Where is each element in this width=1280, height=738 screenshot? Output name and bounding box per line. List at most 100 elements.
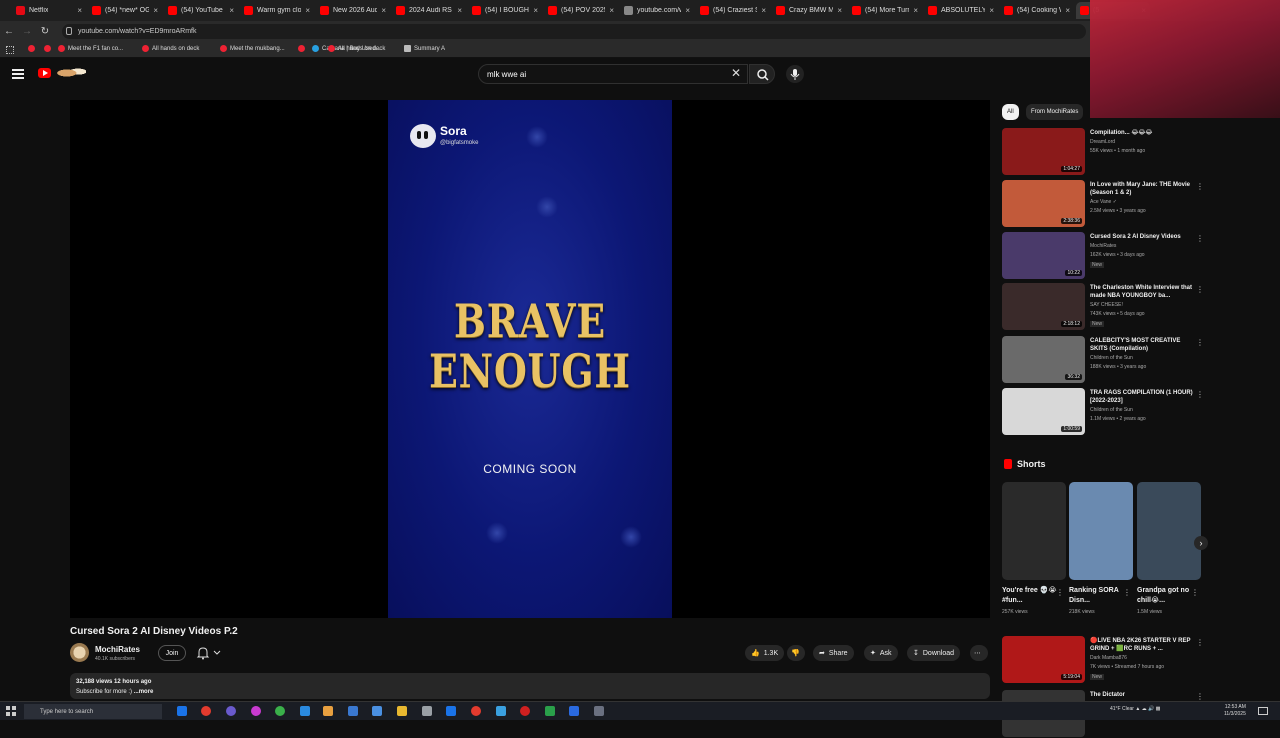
video-thumbnail[interactable]: 1:04:27 xyxy=(1002,128,1085,175)
browser-tab[interactable]: New 2026 Aud × xyxy=(316,2,390,19)
video-frame[interactable]: Sora @bigfatsmoke BRAVE ENOUGH COMING SO… xyxy=(388,100,672,618)
app-icon[interactable] xyxy=(446,706,456,716)
bookmark-item[interactable] xyxy=(298,45,308,52)
tab-close-icon[interactable]: × xyxy=(229,6,234,15)
browser-tab[interactable]: (54) More Turn × xyxy=(848,2,922,19)
recommendation-channel[interactable]: Ace Vane ✓ xyxy=(1090,199,1117,205)
app-icon[interactable] xyxy=(226,706,236,716)
dislike-button[interactable]: 👎 xyxy=(787,645,805,661)
more-options-icon[interactable]: ⋮ xyxy=(1196,338,1204,347)
recommendation-item[interactable]: 36:32 CALEBCITY'S MOST CREATIVE SKITS (Co… xyxy=(1002,336,1204,384)
bookmark-item[interactable]: Meet the F1 fan co... xyxy=(58,45,123,52)
description-box[interactable]: 32,188 views 12 hours ago Subscribe for … xyxy=(70,673,990,699)
recommendation-title[interactable]: The Charleston White Interview that made… xyxy=(1090,284,1198,300)
tab-close-icon[interactable]: × xyxy=(685,6,690,15)
more-options-icon[interactable]: ⋮ xyxy=(1056,588,1064,597)
browser-tab[interactable]: (54) Cooking W × xyxy=(1000,2,1074,19)
tab-close-icon[interactable]: × xyxy=(77,6,82,15)
join-button[interactable]: Join xyxy=(158,645,186,661)
share-button[interactable]: ➦ Share xyxy=(813,645,854,661)
recommendation-channel[interactable]: Children of the Sun xyxy=(1090,407,1133,413)
short-title[interactable]: Ranking SORA Disn... xyxy=(1069,586,1125,606)
browser-tab[interactable]: Netflix × xyxy=(12,2,86,19)
recommendation-item[interactable]: 10:22 Cursed Sora 2 AI Disney Videos Mochi… xyxy=(1002,232,1204,280)
more-options-icon[interactable]: ⋮ xyxy=(1123,588,1131,597)
browser-tab[interactable]: (54) POV 2025 × xyxy=(544,2,618,19)
youtube-logo-icon[interactable] xyxy=(38,68,51,78)
notifications-icon[interactable] xyxy=(1258,707,1268,715)
short-title[interactable]: Grandpa got no chill😭... xyxy=(1137,586,1193,606)
more-options-icon[interactable]: ⋮ xyxy=(1196,638,1204,647)
more-actions-button[interactable]: ⋯ xyxy=(970,645,988,661)
app-icon[interactable] xyxy=(300,706,310,716)
steam-icon[interactable] xyxy=(496,706,506,716)
browser-tab[interactable]: ABSOLUTELY S× xyxy=(924,2,998,19)
more-options-icon[interactable]: ⋮ xyxy=(1196,390,1204,399)
tab-close-icon[interactable]: × xyxy=(153,6,158,15)
folder-icon[interactable] xyxy=(397,706,407,716)
app-icon[interactable] xyxy=(545,706,555,716)
clear-search-icon[interactable]: ✕ xyxy=(731,66,741,80)
more-options-icon[interactable]: ⋮ xyxy=(1196,692,1204,701)
tab-close-icon[interactable]: × xyxy=(913,6,918,15)
bookmark-item[interactable]: All hands on deck xyxy=(142,45,199,52)
tab-close-icon[interactable]: × xyxy=(989,6,994,15)
video-thumbnail[interactable]: 2:38:36 xyxy=(1002,180,1085,227)
browser-tab[interactable]: Crazy BMW M × xyxy=(772,2,846,19)
video-thumbnail[interactable]: 5:19:04 xyxy=(1002,636,1085,683)
taskbar-search-input[interactable]: Type here to search xyxy=(24,704,162,719)
notification-bell-button[interactable] xyxy=(194,645,228,661)
bookmark-item[interactable]: Meet the mukbang... xyxy=(220,45,285,52)
short-thumbnail[interactable] xyxy=(1069,482,1133,580)
app-icon[interactable] xyxy=(251,706,261,716)
more-options-icon[interactable]: ⋮ xyxy=(1196,234,1204,243)
short-thumbnail[interactable] xyxy=(1002,482,1066,580)
app-icon[interactable] xyxy=(520,706,530,716)
more-options-icon[interactable]: ⋮ xyxy=(1191,588,1199,597)
video-player[interactable]: Sora @bigfatsmoke BRAVE ENOUGH COMING SO… xyxy=(70,100,990,618)
tab-close-icon[interactable]: × xyxy=(761,6,766,15)
chip-all[interactable]: All xyxy=(1002,104,1019,120)
recommendation-item[interactable]: 1:00:59 TRA RAGS COMPILATION (1 HOUR) [20… xyxy=(1002,388,1204,436)
like-button[interactable]: 👍 1.3K xyxy=(745,645,785,661)
app-icon[interactable] xyxy=(569,706,579,716)
edge-icon[interactable] xyxy=(177,706,187,716)
video-thumbnail[interactable]: 2:18:12 xyxy=(1002,283,1085,330)
tab-close-icon[interactable]: × xyxy=(533,6,538,15)
ask-button[interactable]: ✦ Ask xyxy=(864,645,898,661)
recommendation-channel[interactable]: Children of the Sun xyxy=(1090,355,1133,361)
app-icon[interactable] xyxy=(348,706,358,716)
search-input[interactable]: mlk wwe ai xyxy=(478,64,748,84)
recommendation-item[interactable]: 2:38:36 In Love with Mary Jane: THE Movie… xyxy=(1002,180,1204,228)
app-icon[interactable] xyxy=(275,706,285,716)
recommendation-title[interactable]: TRA RAGS COMPILATION (1 HOUR) [2022-2023… xyxy=(1090,389,1198,405)
recommendation-title[interactable]: In Love with Mary Jane: THE Movie (Seaso… xyxy=(1090,181,1198,197)
browser-tab[interactable]: (54) I BOUGHT × xyxy=(468,2,542,19)
download-button[interactable]: ↧ Download xyxy=(907,645,961,661)
system-tray[interactable]: 41°F Clear ▲ ☁ 🔊 ▩ xyxy=(1110,706,1160,712)
video-thumbnail[interactable]: 1:00:59 xyxy=(1002,388,1085,435)
recommendation-channel[interactable]: MochiRates xyxy=(1090,243,1116,249)
recommendation-title[interactable]: Cursed Sora 2 AI Disney Videos xyxy=(1090,233,1198,241)
chrome-icon[interactable] xyxy=(201,706,211,716)
menu-icon[interactable] xyxy=(12,69,24,79)
recommendation-item[interactable]: 5:19:04 🔴LIVE NBA 2K26 STARTER V REP GRIN… xyxy=(1002,636,1204,684)
tab-close-icon[interactable]: × xyxy=(381,6,386,15)
forward-icon[interactable]: → xyxy=(18,26,36,37)
recommendation-title[interactable]: 🔴LIVE NBA 2K26 STARTER V REP GRIND + 🟩RC… xyxy=(1090,637,1198,653)
app-icon[interactable] xyxy=(323,706,333,716)
browser-tab[interactable]: (54) *new* OG × xyxy=(88,2,162,19)
apps-grid-icon[interactable] xyxy=(6,46,14,54)
address-bar[interactable]: youtube.com/watch?v=ED9mroARmfk xyxy=(62,24,1086,39)
more-options-icon[interactable]: ⋮ xyxy=(1196,182,1204,191)
recommendation-channel[interactable]: SAY CHEESE! xyxy=(1090,302,1123,308)
video-thumbnail[interactable]: 10:22 xyxy=(1002,232,1085,279)
recommendation-title[interactable]: The Dictator xyxy=(1090,691,1198,699)
mail-icon[interactable] xyxy=(372,706,382,716)
youtube-doodle[interactable] xyxy=(54,66,86,80)
channel-name[interactable]: MochiRates xyxy=(95,645,140,654)
recommendation-channel[interactable]: DreamLord xyxy=(1090,139,1115,145)
recommendation-title[interactable]: Compilation... 😂😂😂 xyxy=(1090,129,1198,137)
short-title[interactable]: You're free 💀😭 #fun... xyxy=(1002,586,1058,606)
recommendation-title[interactable]: CALEBCITY'S MOST CREATIVE SKITS (Compila… xyxy=(1090,337,1198,353)
